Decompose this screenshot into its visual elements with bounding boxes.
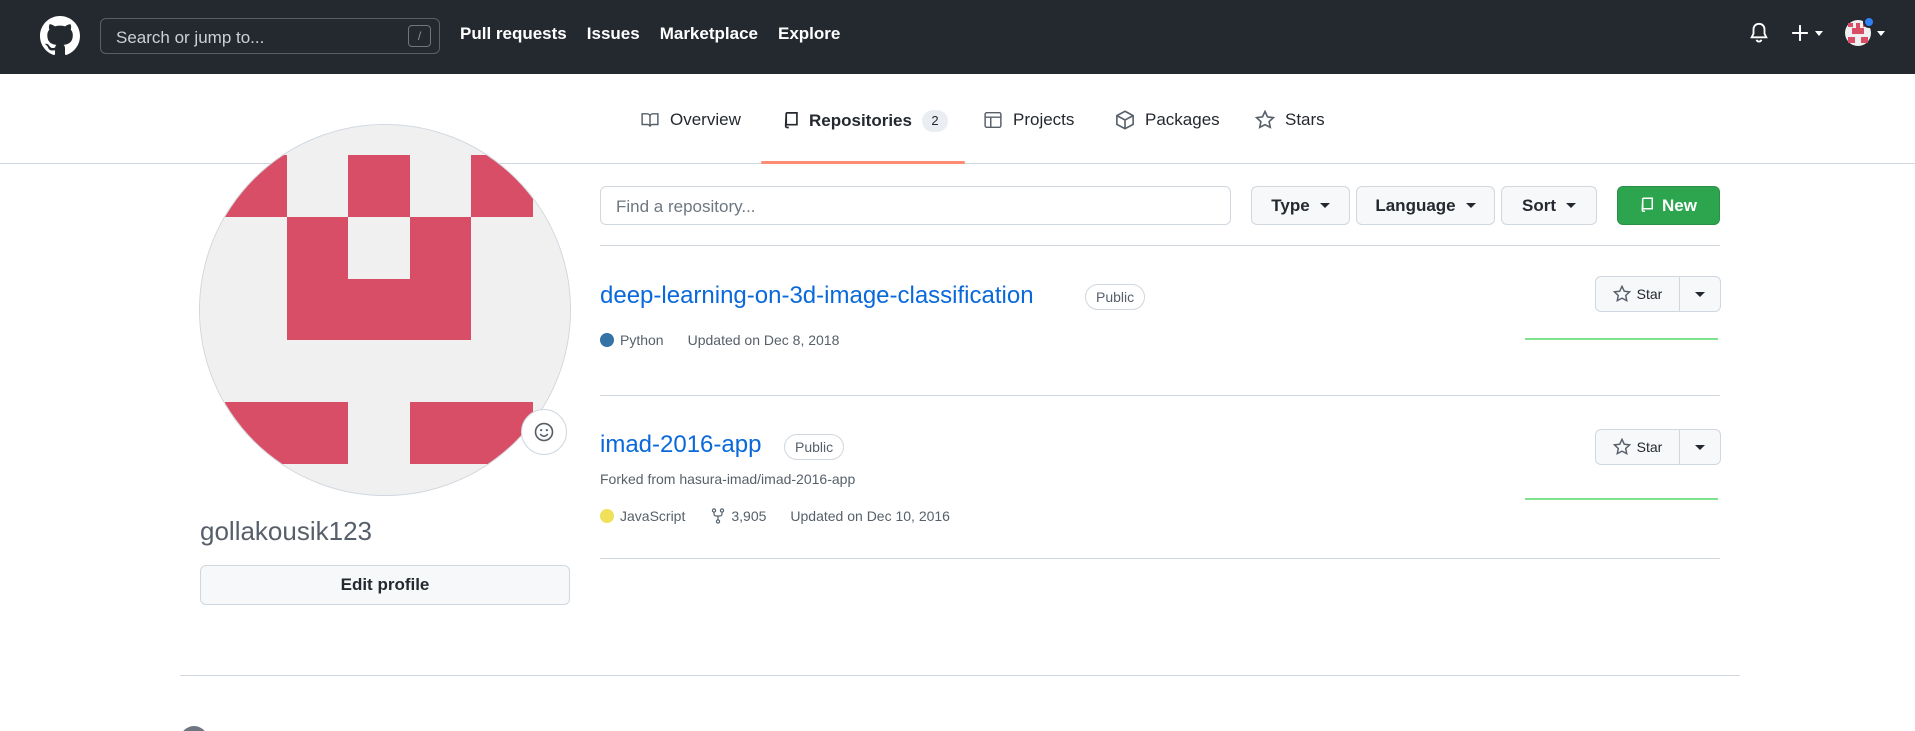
footer-divider — [180, 675, 1740, 676]
sort-label: Sort — [1522, 195, 1556, 215]
repo-language: Python — [620, 332, 664, 348]
tab-overview[interactable]: Overview — [640, 110, 741, 130]
nav-marketplace[interactable]: Marketplace — [660, 24, 758, 44]
chevron-down-icon — [1319, 203, 1330, 208]
star-button[interactable]: Star — [1596, 430, 1680, 464]
plus-icon — [1792, 25, 1808, 41]
user-menu[interactable] — [1845, 16, 1885, 46]
star-label: Star — [1636, 286, 1663, 302]
visibility-badge: Public — [784, 434, 845, 460]
profile-avatar[interactable] — [199, 124, 571, 496]
star-button-group: Star — [1595, 429, 1721, 465]
tab-packages[interactable]: Packages — [1115, 110, 1220, 130]
star-icon — [1612, 285, 1631, 302]
create-new-menu[interactable] — [1791, 24, 1823, 42]
repo-icon — [1641, 197, 1654, 212]
chevron-down-icon — [1815, 30, 1823, 36]
bell-icon[interactable] — [1749, 22, 1769, 44]
forked-from-text: Forked from hasura-imad/imad-2016-app — [600, 471, 856, 487]
fork-count[interactable]: 3,905 — [731, 508, 766, 524]
footer-github-logo-icon[interactable] — [180, 726, 208, 731]
set-status-button[interactable] — [521, 409, 567, 455]
tab-label: Stars — [1285, 110, 1325, 129]
repo-updated: Updated on Dec 8, 2018 — [687, 332, 840, 348]
repo-meta: JavaScript 3,905 Updated on Dec 10, 2016 — [600, 508, 950, 524]
divider — [600, 245, 1720, 246]
nav-issues[interactable]: Issues — [587, 24, 640, 44]
star-button-group: Star — [1595, 276, 1721, 312]
divider — [600, 395, 1720, 396]
star-label: Star — [1636, 439, 1663, 455]
type-filter-button[interactable]: Type — [1251, 186, 1350, 225]
new-button-label: New — [1662, 195, 1697, 215]
type-filter-label: Type — [1271, 195, 1310, 215]
star-icon — [1255, 110, 1275, 129]
nav-explore[interactable]: Explore — [778, 24, 840, 44]
activity-sparkline — [1525, 338, 1718, 340]
repo-count-badge: 2 — [921, 110, 948, 132]
repo-name-link[interactable]: deep-learning-on-3d-image-classification — [600, 282, 1034, 310]
star-button[interactable]: Star — [1596, 277, 1680, 311]
repo-icon — [784, 112, 798, 129]
tab-label: Projects — [1013, 110, 1075, 129]
identicon-image — [200, 125, 570, 495]
package-icon — [1116, 110, 1134, 130]
language-color-dot — [600, 333, 614, 347]
global-nav: Pull requests Issues Marketplace Explore — [460, 24, 840, 44]
star-list-dropdown[interactable] — [1680, 430, 1720, 464]
find-repository-placeholder: Find a repository... — [616, 197, 756, 216]
activity-sparkline — [1525, 498, 1718, 500]
smiley-icon — [534, 422, 554, 442]
book-icon — [641, 113, 659, 127]
fork-icon[interactable] — [711, 508, 725, 524]
chevron-down-icon — [1465, 203, 1476, 208]
language-filter-button[interactable]: Language — [1356, 186, 1495, 225]
language-filter-label: Language — [1375, 195, 1456, 215]
tab-repositories[interactable]: Repositories 2 — [783, 110, 948, 132]
star-list-dropdown[interactable] — [1680, 277, 1720, 311]
global-header: Search or jump to... / Pull requests Iss… — [0, 0, 1915, 74]
repo-updated: Updated on Dec 10, 2016 — [790, 508, 950, 524]
search-placeholder: Search or jump to... — [116, 28, 265, 47]
tab-label: Overview — [670, 110, 741, 129]
chevron-down-icon — [1877, 30, 1885, 36]
tab-projects[interactable]: Projects — [983, 110, 1074, 130]
repo-name-link[interactable]: imad-2016-app — [600, 431, 761, 459]
repo-meta: Python Updated on Dec 8, 2018 — [600, 332, 839, 348]
star-icon — [1612, 438, 1631, 455]
profile-username: gollakousik123 — [200, 516, 373, 546]
visibility-badge: Public — [1085, 284, 1146, 310]
new-repository-button[interactable]: New — [1617, 186, 1720, 225]
notification-dot — [1863, 16, 1875, 28]
tab-stars[interactable]: Stars — [1255, 110, 1325, 130]
sort-button[interactable]: Sort — [1501, 186, 1597, 225]
language-color-dot — [600, 509, 614, 523]
chevron-down-icon — [1566, 203, 1576, 208]
search-shortcut-key: / — [408, 25, 431, 47]
chevron-down-icon — [1695, 444, 1705, 450]
selected-tab-indicator — [761, 161, 965, 164]
divider — [600, 558, 1720, 559]
header-actions — [1749, 16, 1885, 46]
nav-pull-requests[interactable]: Pull requests — [460, 24, 567, 44]
chevron-down-icon — [1695, 291, 1705, 297]
tab-label: Packages — [1145, 110, 1220, 129]
tab-label: Repositories — [809, 111, 912, 130]
global-search-input[interactable]: Search or jump to... / — [100, 18, 440, 54]
table-icon — [984, 111, 1002, 129]
repo-language: JavaScript — [620, 508, 686, 524]
edit-profile-button[interactable]: Edit profile — [200, 565, 570, 605]
github-logo-icon[interactable] — [40, 16, 80, 56]
find-repository-input[interactable]: Find a repository... — [600, 186, 1231, 225]
